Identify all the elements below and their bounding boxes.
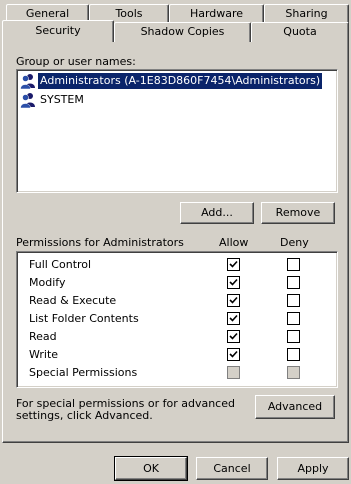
advanced-description: For special permissions or for advanced … (16, 397, 235, 422)
advanced-button[interactable]: Advanced (255, 395, 335, 419)
permission-name: Full Control (29, 258, 92, 271)
tab-hardware[interactable]: Hardware (169, 4, 264, 24)
allow-checkbox[interactable] (227, 312, 240, 325)
permission-name: List Folder Contents (29, 312, 139, 325)
advanced-button-label: Advanced (267, 400, 323, 413)
apply-button[interactable]: Apply (277, 457, 349, 480)
permission-row: Write (17, 346, 337, 364)
allow-checkbox[interactable] (227, 258, 240, 271)
user-list[interactable]: Administrators (A-1E83D860F7454\Administ… (16, 69, 338, 193)
tab-label: Security (35, 24, 81, 37)
permission-name: Read (29, 330, 57, 343)
tab-label: Tools (115, 7, 143, 20)
deny-checkbox (287, 366, 300, 379)
ok-button[interactable]: OK (114, 456, 188, 481)
user-group-icon (20, 73, 36, 90)
permission-row: Read & Execute (17, 292, 337, 310)
cancel-button-label: Cancel (213, 462, 251, 475)
permission-row: Full Control (17, 256, 337, 274)
group-or-user-names-label: Group or user names: (16, 55, 136, 68)
tab-label: Sharing (285, 7, 328, 20)
tab-shadow-copies[interactable]: Shadow Copies (114, 22, 251, 42)
allow-checkbox (227, 366, 240, 379)
user-name: SYSTEM (40, 93, 84, 106)
deny-checkbox[interactable] (287, 276, 300, 289)
tab-label: General (25, 7, 70, 20)
permissions-label: Permissions for Administrators (16, 236, 184, 249)
user-name: Administrators (A-1E83D860F7454\Administ… (38, 73, 323, 89)
deny-checkbox[interactable] (287, 312, 300, 325)
permissions-list: Full Control Modify Read & Execute List Fol… (16, 251, 338, 388)
permission-row: List Folder Contents (17, 310, 337, 328)
tab-label: Hardware (189, 7, 244, 20)
ok-button-label: OK (143, 462, 159, 475)
remove-button[interactable]: Remove (261, 202, 335, 224)
permission-name: Write (29, 348, 59, 361)
permission-row: Modify (17, 274, 337, 292)
permission-row: Read (17, 328, 337, 346)
permission-row: Special Permissions (17, 364, 337, 382)
permission-name: Special Permissions (29, 366, 138, 379)
cancel-button[interactable]: Cancel (196, 457, 268, 480)
permission-name: Modify (29, 276, 66, 289)
allow-column-header: Allow (219, 236, 249, 249)
permission-name: Read & Execute (29, 294, 117, 307)
user-group-icon (20, 92, 36, 109)
deny-checkbox[interactable] (287, 330, 300, 343)
apply-button-label: Apply (297, 462, 329, 475)
tab-label: Shadow Copies (140, 25, 225, 38)
deny-checkbox[interactable] (287, 258, 300, 271)
tab-security[interactable]: Security (2, 20, 114, 42)
deny-checkbox[interactable] (287, 348, 300, 361)
tab-label: Quota (283, 25, 317, 38)
allow-checkbox[interactable] (227, 294, 240, 307)
allow-checkbox[interactable] (227, 348, 240, 361)
allow-checkbox[interactable] (227, 330, 240, 343)
deny-checkbox[interactable] (287, 294, 300, 307)
tab-quota[interactable]: Quota (251, 22, 349, 42)
add-button[interactable]: Add... (180, 202, 254, 224)
allow-checkbox[interactable] (227, 276, 240, 289)
remove-button-label: Remove (275, 206, 321, 219)
deny-column-header: Deny (280, 236, 309, 249)
add-button-label: Add... (201, 206, 233, 219)
tab-sharing[interactable]: Sharing (264, 4, 349, 24)
